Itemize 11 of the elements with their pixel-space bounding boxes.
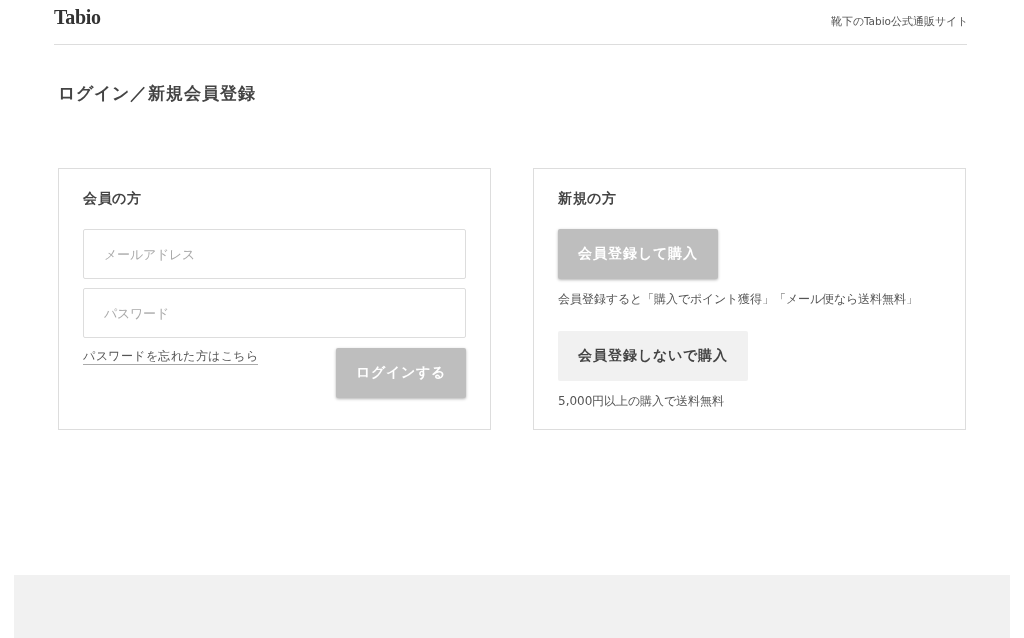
email-field[interactable]: メールアドレス bbox=[83, 229, 466, 279]
site-tagline: 靴下のTabio公式通販サイト bbox=[830, 15, 968, 29]
panel-title: 会員の方 bbox=[83, 189, 142, 207]
option-note: 会員登録すると「購入でポイント獲得」「メール便なら送料無料」 bbox=[558, 291, 919, 307]
guest-purchase-button[interactable]: 会員登録しないで購入 bbox=[558, 331, 748, 381]
panel-title: 新規の方 bbox=[558, 189, 617, 207]
option-note: 5,000円以上の購入で送料無料 bbox=[558, 393, 726, 409]
page-title: ログイン／新規会員登録 bbox=[58, 83, 257, 105]
password-field[interactable]: パスワード bbox=[83, 288, 466, 338]
site-logo[interactable]: Tabio bbox=[54, 6, 101, 29]
forgot-password-link[interactable]: パスワードを忘れた方はこちら bbox=[83, 348, 258, 365]
